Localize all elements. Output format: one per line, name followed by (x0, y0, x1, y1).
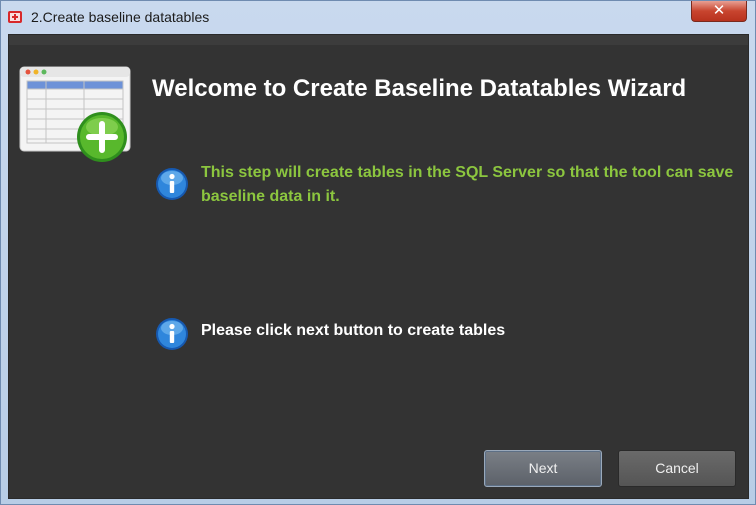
close-icon: ✕ (712, 2, 726, 19)
content-top-strip (9, 35, 748, 45)
wizard-window: 2.Create baseline datatables ✕ Welcome t… (0, 0, 756, 505)
table-add-icon (19, 66, 131, 162)
wizard-content: Welcome to Create Baseline Datatables Wi… (8, 34, 749, 499)
info-message-create-tables: This step will create tables in the SQL … (201, 164, 734, 205)
info-icon (156, 168, 188, 200)
app-icon (8, 11, 22, 23)
close-button[interactable]: ✕ (691, 1, 747, 22)
next-button[interactable]: Next (484, 450, 602, 487)
window-title: 2.Create baseline datatables (31, 9, 210, 25)
info-message-click-next: Please click next button to create table… (201, 322, 506, 339)
info-icon (156, 318, 188, 350)
cancel-button[interactable]: Cancel (618, 450, 736, 487)
title-bar: 2.Create baseline datatables ✕ (1, 1, 755, 33)
wizard-heading: Welcome to Create Baseline Datatables Wi… (152, 75, 687, 102)
